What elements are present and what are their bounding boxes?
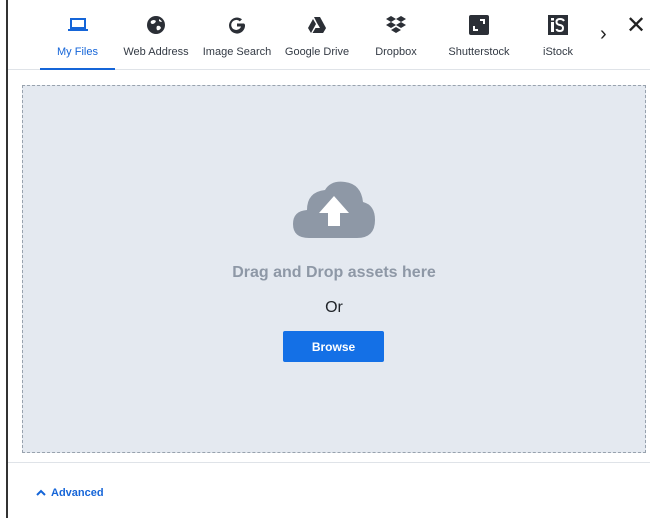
cloud-upload-icon	[291, 180, 377, 245]
browse-button[interactable]: Browse	[283, 331, 384, 362]
background-window-edge	[0, 0, 8, 518]
tab-label: iStock	[543, 46, 573, 58]
advanced-label: Advanced	[51, 487, 104, 499]
dropbox-icon	[385, 12, 407, 38]
google-drive-icon	[307, 12, 327, 38]
tab-label: Google Drive	[284, 46, 350, 58]
istock-icon	[548, 12, 568, 38]
tab-dropbox[interactable]: Dropbox	[370, 0, 422, 70]
tab-istock[interactable]: iStock	[538, 0, 578, 70]
tab-label: Web Address	[123, 46, 189, 58]
tab-label: Image Search	[202, 46, 272, 58]
chevron-up-icon	[36, 487, 46, 499]
tab-label: My Files	[57, 46, 98, 58]
footer-divider	[8, 462, 650, 463]
close-icon[interactable]: ✕	[626, 14, 646, 38]
shutterstock-icon	[469, 12, 489, 38]
tab-label: Shutterstock	[448, 46, 510, 58]
drop-zone[interactable]: Drag and Drop assets here Or Browse	[22, 85, 646, 453]
google-icon	[227, 12, 247, 38]
tab-image-search[interactable]: Image Search	[200, 0, 274, 70]
laptop-icon	[67, 12, 88, 38]
tab-shutterstock[interactable]: Shutterstock	[446, 0, 512, 70]
chevron-right-icon[interactable]: ›	[600, 24, 607, 44]
file-picker-modal: My Files Web Address Image Search Google…	[8, 0, 650, 518]
tab-label: Dropbox	[375, 46, 417, 58]
tab-google-drive[interactable]: Google Drive	[282, 0, 352, 70]
tab-web-address[interactable]: Web Address	[121, 0, 191, 70]
globe-icon	[146, 12, 166, 38]
advanced-toggle[interactable]: Advanced	[36, 487, 104, 499]
drop-zone-title: Drag and Drop assets here	[232, 264, 436, 281]
source-tab-bar: My Files Web Address Image Search Google…	[8, 0, 650, 70]
tab-my-files[interactable]: My Files	[40, 0, 115, 70]
drop-zone-or-text: Or	[325, 299, 343, 316]
